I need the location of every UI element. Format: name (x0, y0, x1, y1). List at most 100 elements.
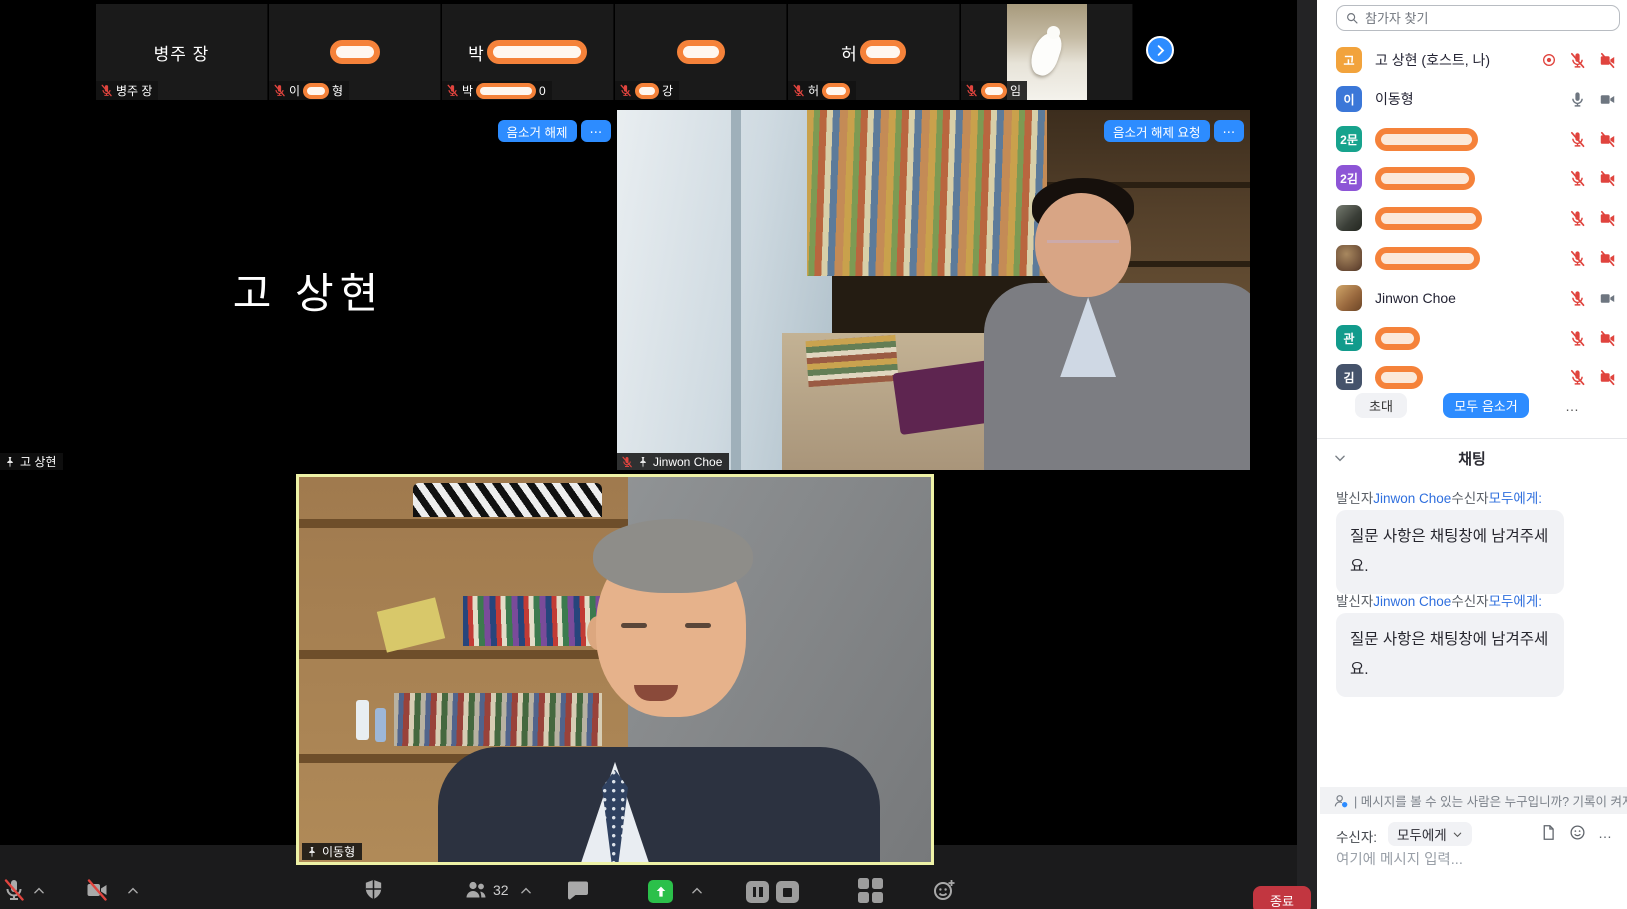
thumbnail-tile[interactable]: 박 박 0 (442, 4, 614, 100)
participant-name: 고 상현 (호스트, 나) (1375, 50, 1537, 70)
mic-off-icon (1569, 210, 1586, 227)
redaction-box (1375, 207, 1482, 230)
chat-button[interactable] (566, 878, 590, 905)
search-icon (1345, 11, 1359, 25)
participant-search-input[interactable] (1365, 11, 1611, 26)
sender-name[interactable]: Jinwon Choe (1373, 491, 1451, 506)
participant-row[interactable]: Jinwon Choe (1317, 278, 1627, 318)
thumbnail-name-label: 박 0 (442, 81, 552, 100)
camera-off-icon (1598, 170, 1617, 187)
video-name-label: Jinwon Choe (617, 453, 729, 470)
participants-caret[interactable] (519, 884, 533, 901)
thumbnail-tile[interactable]: 병주 장 병주 장 (96, 4, 268, 100)
participant-row[interactable]: 김 (1317, 357, 1627, 397)
mic-toggle-button[interactable] (2, 878, 26, 905)
scene-man-eye (685, 623, 711, 628)
mic-off-icon (621, 456, 633, 468)
mic-off-icon (619, 84, 632, 97)
file-attach-icon[interactable] (1540, 824, 1557, 841)
reactions-button[interactable] (932, 878, 956, 905)
participants-more-button[interactable]: … (1565, 393, 1580, 418)
thumbnail-tile[interactable]: 이 형 (269, 4, 441, 100)
stop-icon (783, 888, 792, 897)
video-tile-jinwon-choe[interactable]: 음소거 해제 요청 ⋯ Jinwon Choe (617, 110, 1250, 470)
pin-icon (306, 846, 318, 858)
more-options-button[interactable]: ⋯ (581, 120, 612, 142)
participants-count: 32 (493, 882, 509, 898)
mute-all-button[interactable]: 모두 음소거 (1443, 393, 1529, 418)
share-options-caret[interactable] (690, 884, 704, 901)
participant-row[interactable]: 2김 (1317, 158, 1627, 198)
participant-search[interactable] (1336, 5, 1620, 31)
participant-row[interactable]: 관 (1317, 318, 1627, 358)
participant-row[interactable] (1317, 238, 1627, 278)
chat-message-input[interactable] (1336, 852, 1616, 868)
pause-recording-button[interactable] (746, 881, 769, 903)
thumbnail-name-label: 이 형 (269, 81, 349, 100)
chat-bubble-icon (566, 878, 590, 902)
video-tile-go-sanghyun[interactable]: 고 상현 음소거 해제 ⋯ 고 상현 (0, 110, 617, 470)
recipient-value: 모두에게 (1397, 824, 1447, 844)
camera-options-caret[interactable] (126, 884, 140, 901)
participant-row[interactable]: 고 고 상현 (호스트, 나) (1317, 40, 1627, 80)
video-tile-lee-donghyung[interactable]: 이동형 (296, 474, 934, 865)
mic-off-icon (273, 84, 286, 97)
chat-message-bubble: 질문 사항은 채팅창에 남겨주세요. (1336, 510, 1564, 594)
filmstrip-next-button[interactable] (1146, 36, 1174, 64)
thumbnail-tile[interactable]: 임 (961, 4, 1133, 100)
stoat-head-shape (1047, 26, 1060, 39)
chat-more-icon[interactable]: … (1598, 825, 1613, 841)
stop-recording-button[interactable] (776, 881, 799, 903)
apps-button[interactable] (858, 878, 883, 903)
apps-grid-icon (858, 878, 883, 903)
to-label: 수신자 (1451, 491, 1488, 506)
avatar: 관 (1336, 325, 1362, 351)
scene-man-glasses (1047, 229, 1119, 243)
thumbnail-label-text: 이 (289, 82, 300, 99)
mic-off-icon (1569, 250, 1586, 267)
participant-name-redacted (1375, 167, 1565, 190)
security-button[interactable] (362, 878, 385, 904)
avatar-photo (1336, 285, 1362, 311)
end-meeting-button[interactable]: 종료 (1253, 886, 1311, 909)
more-options-button[interactable]: ⋯ (1214, 120, 1245, 142)
video-label-text: 고 상현 (20, 453, 56, 470)
avatar: 이 (1336, 86, 1362, 112)
thumbnail-tile[interactable]: 허 허 (788, 4, 960, 100)
scene-shelf-board (299, 650, 628, 659)
video-label-text: Jinwon Choe (653, 455, 722, 469)
participant-row[interactable] (1317, 198, 1627, 238)
recipient-name[interactable]: 모두에게: (1489, 594, 1542, 609)
participant-row[interactable]: 이 이동형 (1317, 79, 1627, 119)
emoji-icon[interactable] (1569, 824, 1586, 841)
participant-name-redacted (1375, 247, 1565, 270)
share-screen-button[interactable] (648, 880, 673, 903)
chat-header: 채팅 (1317, 448, 1627, 472)
chat-message-bubble: 질문 사항은 채팅창에 남겨주세요. (1336, 613, 1564, 697)
redaction-box (476, 83, 536, 99)
participants-icon (464, 878, 488, 902)
thumbnail-label-text: 강 (662, 82, 673, 99)
thumbnail-tile[interactable]: 강 (615, 4, 787, 100)
chat-collapse-button[interactable] (1333, 451, 1347, 468)
unmute-button[interactable]: 음소거 해제 (498, 120, 577, 142)
camera-on-icon (1598, 91, 1617, 108)
thumbnail-center-name: 병주 장 (154, 40, 210, 65)
avatar: 김 (1336, 364, 1362, 390)
redaction-box (330, 40, 380, 64)
privacy-notice-text: | 메시지를 볼 수 있는 사람은 누구입니까? 기록이 켜져 (1354, 791, 1627, 810)
recipient-name[interactable]: 모두에게: (1489, 491, 1542, 506)
chat-title: 채팅 (1317, 448, 1627, 469)
thumbnail-name-label: 강 (615, 81, 679, 100)
invite-button[interactable]: 초대 (1355, 393, 1407, 418)
scene-bottle (356, 700, 369, 740)
participant-row[interactable]: 2문 (1317, 119, 1627, 159)
scene-book-stack (805, 335, 898, 387)
scene-man-suit (984, 283, 1250, 470)
camera-toggle-button[interactable] (84, 878, 110, 905)
recipient-selector[interactable]: 모두에게 (1388, 822, 1472, 846)
mic-options-caret[interactable] (32, 884, 46, 901)
sender-name[interactable]: Jinwon Choe (1373, 594, 1451, 609)
request-unmute-button[interactable]: 음소거 해제 요청 (1104, 120, 1209, 142)
participants-button[interactable]: 32 (464, 878, 509, 902)
